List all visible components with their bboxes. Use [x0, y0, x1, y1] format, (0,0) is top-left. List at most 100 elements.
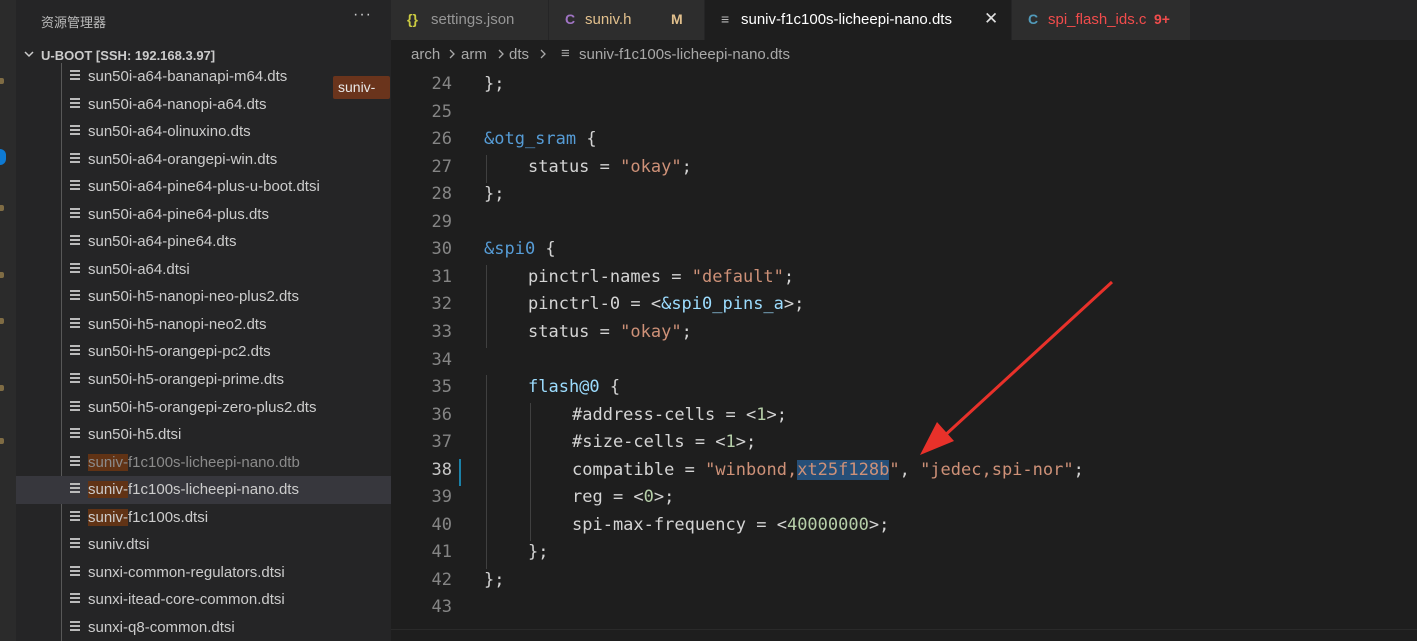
- file-lines-icon: [70, 70, 80, 80]
- line-number: 38: [431, 459, 452, 480]
- file-type-icon: C: [565, 11, 576, 27]
- file-lines-icon: ≡: [561, 45, 570, 62]
- file-name: sun50i-a64-pine64-plus.dts: [88, 206, 269, 223]
- line-number: 37: [431, 432, 452, 453]
- file-lines-icon: [70, 400, 80, 411]
- tab-label: suniv-f1c100s-licheepi-nano.dts: [741, 11, 952, 28]
- code-token: };: [484, 74, 505, 94]
- file-lines-icon: [70, 565, 80, 576]
- file-name: sun50i-a64-orangepi-win.dts: [88, 151, 277, 168]
- file-tree-item[interactable]: sun50i-a64-pine64-plus-u-boot.dtsi: [16, 173, 391, 201]
- file-tree-item[interactable]: sun50i-a64.dtsi: [16, 256, 391, 284]
- code-token: = <: [620, 294, 662, 315]
- file-tree-item[interactable]: suniv.dtsi: [16, 531, 391, 559]
- code-token: 1: [756, 404, 767, 425]
- file-tree-item[interactable]: sun50i-h5-orangepi-zero-plus2.dts: [16, 394, 391, 422]
- editor-tab[interactable]: ≡ suniv-f1c100s-licheepi-nano.dts ✕: [705, 0, 1012, 40]
- breadcrumb-file[interactable]: suniv-f1c100s-licheepi-nano.dts: [579, 46, 790, 63]
- file-name-text: sun50i-h5-orangepi-pc2.dts: [88, 343, 271, 361]
- activity-marker: [0, 438, 4, 444]
- file-name: suniv-f1c100s.dtsi: [88, 508, 208, 526]
- file-name: sun50i-h5-nanopi-neo2.dts: [88, 316, 266, 333]
- chevron-right-icon: [540, 49, 546, 59]
- file-tree-item[interactable]: sun50i-a64-orangepi-win.dts: [16, 146, 391, 174]
- indent-guide: [530, 512, 531, 542]
- code-line: };: [528, 542, 548, 562]
- code-token: ;: [681, 156, 692, 177]
- activity-marker: [0, 385, 4, 391]
- code-token: =: [661, 266, 692, 287]
- tab-status-badge: M: [671, 11, 683, 27]
- chevron-down-icon: [24, 51, 34, 58]
- activity-marker: [0, 272, 4, 278]
- code-line: };: [484, 184, 504, 204]
- code-token: &otg_sram: [484, 129, 577, 150]
- horizontal-scrollbar[interactable]: [391, 629, 1417, 641]
- indent-guide: [530, 485, 531, 514]
- line-number: 40: [431, 514, 452, 535]
- file-name: sun50i-a64-nanopi-a64.dts: [88, 96, 266, 113]
- editor-tab[interactable]: {} settings.json: [391, 0, 549, 40]
- breadcrumb-item[interactable]: dts: [509, 46, 529, 63]
- code-token: =: [589, 156, 621, 177]
- file-name-text: f1c100s-licheepi-nano.dts: [128, 481, 299, 499]
- file-name-text: sun50i-h5-nanopi-neo-plus2.dts: [88, 288, 299, 306]
- tab-label: settings.json: [431, 11, 515, 28]
- file-lines-icon: [70, 290, 80, 301]
- line-number: 43: [431, 597, 452, 618]
- file-tree-item[interactable]: suniv-f1c100s-licheepi-nano.dts: [16, 476, 391, 504]
- file-tree-item[interactable]: sun50i-h5-nanopi-neo-plus2.dts: [16, 283, 391, 311]
- file-tree-item[interactable]: sunxi-itead-core-common.dtsi: [16, 586, 391, 614]
- file-tree-item[interactable]: sun50i-h5.dtsi: [16, 421, 391, 449]
- file-tree-item[interactable]: sun50i-a64-pine64.dts: [16, 228, 391, 256]
- file-tree-item[interactable]: suniv-f1c100s-licheepi-nano.dtb: [16, 449, 391, 477]
- editor-tab[interactable]: Cspi_flash_ids.c 9+: [1012, 0, 1191, 40]
- file-tree-item[interactable]: suniv-f1c100s.dtsi: [16, 504, 391, 532]
- code-token: =: [674, 459, 706, 480]
- activity-marker: [0, 78, 4, 84]
- code-token: };: [484, 184, 505, 205]
- code-token: {: [599, 377, 621, 398]
- close-icon[interactable]: ✕: [984, 9, 998, 29]
- tab-label: suniv.h: [585, 11, 632, 28]
- file-name-text: sun50i-a64-olinuxino.dts: [88, 123, 251, 141]
- code-token: spi-max-frequency: [572, 514, 746, 535]
- file-tree-item[interactable]: sun50i-a64-olinuxino.dts: [16, 118, 391, 146]
- indent-guide: [486, 154, 487, 184]
- activity-marker: [0, 318, 4, 324]
- code-token: 0: [643, 487, 654, 508]
- activity-bar: [0, 0, 16, 641]
- file-tree-item[interactable]: sunxi-common-regulators.dtsi: [16, 559, 391, 587]
- code-token: = <: [715, 404, 757, 425]
- ellipsis-icon[interactable]: ···: [353, 6, 372, 24]
- breadcrumb-item[interactable]: arm: [461, 46, 487, 63]
- file-tree-item[interactable]: sun50i-h5-orangepi-pc2.dts: [16, 338, 391, 366]
- file-name-text: sun50i-a64-orangepi-win.dts: [88, 150, 278, 168]
- code-line: flash@0 {: [528, 377, 620, 397]
- file-lines-icon: [70, 593, 80, 604]
- code-token: {: [576, 129, 597, 150]
- line-number: 31: [431, 266, 452, 287]
- file-lines-icon: [70, 620, 80, 631]
- activity-badge[interactable]: [0, 149, 6, 165]
- file-tree-item[interactable]: sun50i-a64-pine64-plus.dts: [16, 201, 391, 229]
- file-name: sun50i-a64-olinuxino.dts: [88, 123, 251, 140]
- code-token: pinctrl-names: [528, 266, 662, 287]
- indent-guide: [530, 430, 531, 459]
- code-token: };: [528, 542, 549, 563]
- file-lines-icon: [70, 180, 80, 191]
- breadcrumb-item[interactable]: arch: [411, 46, 440, 63]
- code-token: ;: [1073, 459, 1084, 480]
- file-tree-item[interactable]: sun50i-h5-nanopi-neo2.dts: [16, 311, 391, 339]
- file-name: sun50i-a64-pine64.dts: [88, 233, 236, 250]
- code-line: #address-cells = <1>;: [572, 405, 787, 425]
- file-tree-item[interactable]: sunxi-q8-common.dtsi: [16, 614, 391, 641]
- code-editor[interactable]: 24}; 25 26 &otg_sram {27 status = "okay"; 28}…: [391, 70, 1417, 641]
- editor-tab[interactable]: Csuniv.h M: [549, 0, 705, 40]
- file-name-text: suniv.dtsi: [88, 536, 150, 554]
- file-name-text: sun50i-a64-pine64.dts: [88, 233, 237, 251]
- file-tree-item[interactable]: sun50i-h5-orangepi-prime.dts: [16, 366, 391, 394]
- line-number: 41: [431, 542, 452, 563]
- code-token: = <: [602, 487, 644, 508]
- code-line: reg = <0>;: [572, 487, 674, 507]
